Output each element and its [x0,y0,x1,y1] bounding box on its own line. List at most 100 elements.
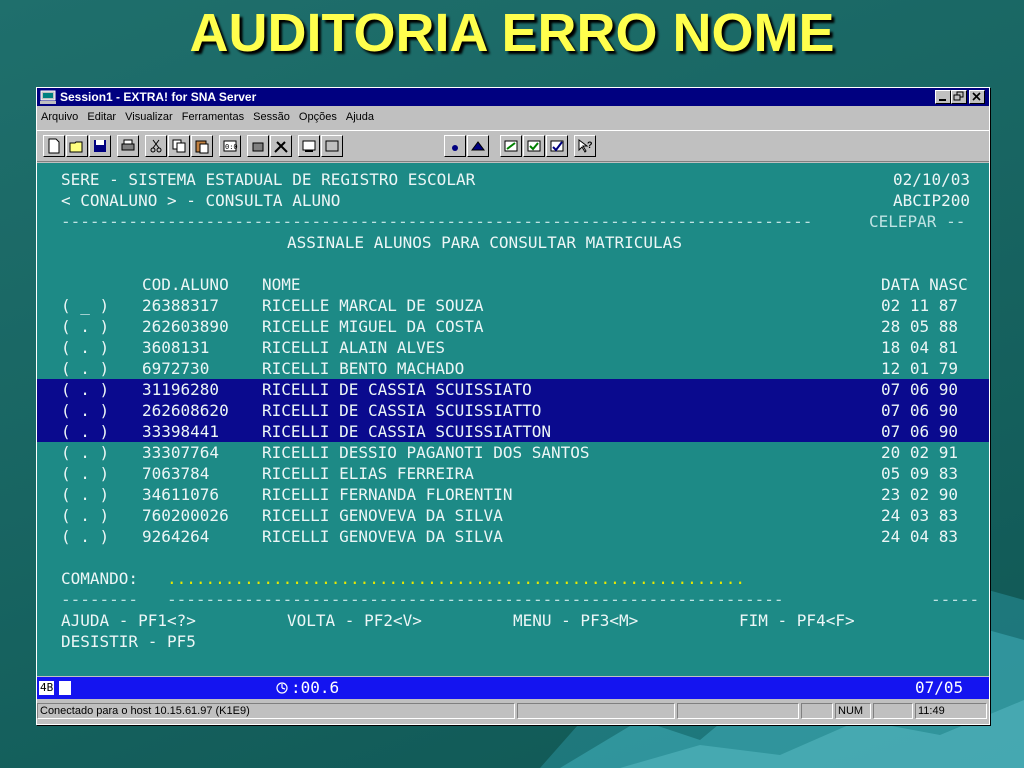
row-select-field[interactable]: ( . ) [61,442,109,463]
menu-sessao[interactable]: Sessão [253,107,290,127]
pf4-end[interactable]: FIM - PF4<F> [739,610,855,631]
approve-icon [550,140,564,152]
column-code: COD.ALUNO [142,275,229,294]
status-panel-3 [677,703,799,719]
menu-arquivo[interactable]: Arquivo [41,107,78,127]
row-code: 760200026 [142,506,229,525]
student-row[interactable]: ( . ) 33307764 RICELLI DESSIO PAGANOTI DOS… [37,442,989,463]
row-date: 07 06 90 [881,380,959,399]
student-row[interactable]: ( . ) 6972730 RICELLI BENTO MACHADO 12 01 7… [37,358,989,379]
row-date: 07 06 90 [881,401,959,420]
print-button[interactable] [117,135,139,157]
row-select-field[interactable]: ( . ) [61,337,109,358]
oia-line: 4B :00.6 07/05 [37,677,989,699]
toolbar: 0:0 ? [37,130,989,162]
status-panel-6 [873,703,913,719]
record-dot-icon [452,145,458,151]
close-button[interactable] [969,90,985,104]
cut-button[interactable] [145,135,167,157]
approve-button[interactable] [546,135,568,157]
row-select-field[interactable]: ( . ) [61,505,109,526]
run-button[interactable] [467,135,489,157]
system-title: SERE - SISTEMA ESTADUAL DE REGISTRO ESCO… [61,170,476,189]
restore-icon [953,91,964,101]
student-row[interactable]: ( . ) 7063784 RICELLI ELIAS FERREIRA 05 09 … [37,463,989,484]
pf3-menu[interactable]: MENU - PF3<M> [513,610,638,631]
separator-dashes: ----------------------------------------… [61,212,813,231]
menu-ajuda[interactable]: Ajuda [346,107,374,127]
edit-script-icon [504,140,518,152]
scissors-icon [150,139,162,153]
student-row[interactable]: ( . ) 262608620 RICELLI DE CASSIA SCUISSIA… [37,400,989,421]
student-row[interactable]: ( . ) 760200026 RICELLI GENOVEVA DA SILVA 2… [37,505,989,526]
save-button[interactable] [89,135,111,157]
help-button[interactable]: ? [574,135,596,157]
student-row[interactable]: ( . ) 34611076 RICELLI FERNANDA FLORENTIN 2… [37,484,989,505]
row-name: RICELLI DESSIO PAGANOTI DOS SANTOS [262,443,590,462]
student-row[interactable]: ( . ) 33398441 RICELLI DE CASSIA SCUISSIAT… [37,421,989,442]
row-select-field[interactable]: ( . ) [61,463,109,484]
record-button[interactable] [444,135,466,157]
menu-editar[interactable]: Editar [87,107,116,127]
open-button[interactable] [66,135,88,157]
help-pointer-icon: ? [578,139,593,153]
edit-script-button[interactable] [500,135,522,157]
row-select-field[interactable]: ( . ) [61,316,109,337]
paste-button[interactable] [191,135,213,157]
copy-button[interactable] [168,135,190,157]
config-button[interactable] [321,135,343,157]
command-input[interactable]: ........................................… [167,568,745,589]
new-button[interactable] [43,135,65,157]
row-select-field[interactable]: ( . ) [61,379,109,400]
program-code: ABCIP200 [893,191,971,210]
session-button[interactable] [298,135,320,157]
transfer-button[interactable]: 0:0 [219,135,241,157]
svg-text:0:0: 0:0 [225,143,238,151]
subtitle-row: ASSINALE ALUNOS PARA CONSULTAR MATRICULA… [37,232,989,253]
pf2-back[interactable]: VOLTA - PF2<V> [287,610,422,631]
row-code: 31196280 [142,380,220,399]
student-row[interactable]: ( _ ) 26388317 RICELLE MARCAL DE SOUZA 02 1… [37,295,989,316]
pf-keys-row-1: AJUDA - PF1<?> VOLTA - PF2<V> MENU - PF3… [37,610,989,631]
student-row[interactable]: ( . ) 262603890 RICELLE MIGUEL DA COSTA 28 … [37,316,989,337]
window-titlebar[interactable]: Session1 - EXTRA! for SNA Server [37,88,989,106]
tools-button[interactable] [270,135,292,157]
row-select-field[interactable]: ( . ) [61,358,109,379]
menu-opcoes[interactable]: Opções [299,107,337,127]
minimize-icon [939,99,946,101]
menu-visualizar[interactable]: Visualizar [125,107,173,127]
minimize-button[interactable] [935,90,951,104]
row-code: 3608131 [142,338,210,357]
clock: 11:49 [915,703,987,719]
paste-clipboard-icon [195,140,209,154]
column-date: DATA NASC [881,275,968,294]
row-date: 18 04 81 [881,338,959,357]
pf1-help[interactable]: AJUDA - PF1<?> [61,610,196,631]
row-select-field[interactable]: ( . ) [61,484,109,505]
student-row[interactable]: ( . ) 31196280 RICELLI DE CASSIA SCUISSIAT… [37,379,989,400]
row-select-field[interactable]: ( _ ) [61,295,109,316]
macro-button[interactable] [247,135,269,157]
row-code: 6972730 [142,359,210,378]
student-row[interactable]: ( . ) 3608131 RICELLI ALAIN ALVES 18 04 81 [37,337,989,358]
pf5-quit[interactable]: DESISTIR - PF5 [61,631,196,652]
restore-button[interactable] [951,90,967,104]
row-date: 24 03 83 [881,506,959,525]
terminal-screen[interactable]: SERE - SISTEMA ESTADUAL DE REGISTRO ESCO… [37,163,989,676]
footer-sep-right: ----- [931,590,980,609]
row-select-field[interactable]: ( . ) [61,526,109,547]
row-name: RICELLI DE CASSIA SCUISSIATTO [262,401,542,420]
menu-ferramentas[interactable]: Ferramentas [182,107,244,127]
header-line-1: SERE - SISTEMA ESTADUAL DE REGISTRO ESCO… [37,169,989,190]
oia-timer: :00.6 [291,678,340,697]
row-name: RICELLI DE CASSIA SCUISSIATTON [262,422,551,441]
connection-status: Conectado para o host 10.15.61.97 (K1E9) [37,703,515,719]
check-script-button[interactable] [523,135,545,157]
window-title: Session1 - EXTRA! for SNA Server [60,90,257,104]
row-name: RICELLI DE CASSIA SCUISSIATO [262,380,532,399]
tools-icon [274,141,288,153]
row-select-field[interactable]: ( . ) [61,421,109,442]
student-row[interactable]: ( . ) 9264264 RICELLI GENOVEVA DA SILVA 24 … [37,526,989,547]
row-select-field[interactable]: ( . ) [61,400,109,421]
svg-text:?: ? [587,140,593,150]
